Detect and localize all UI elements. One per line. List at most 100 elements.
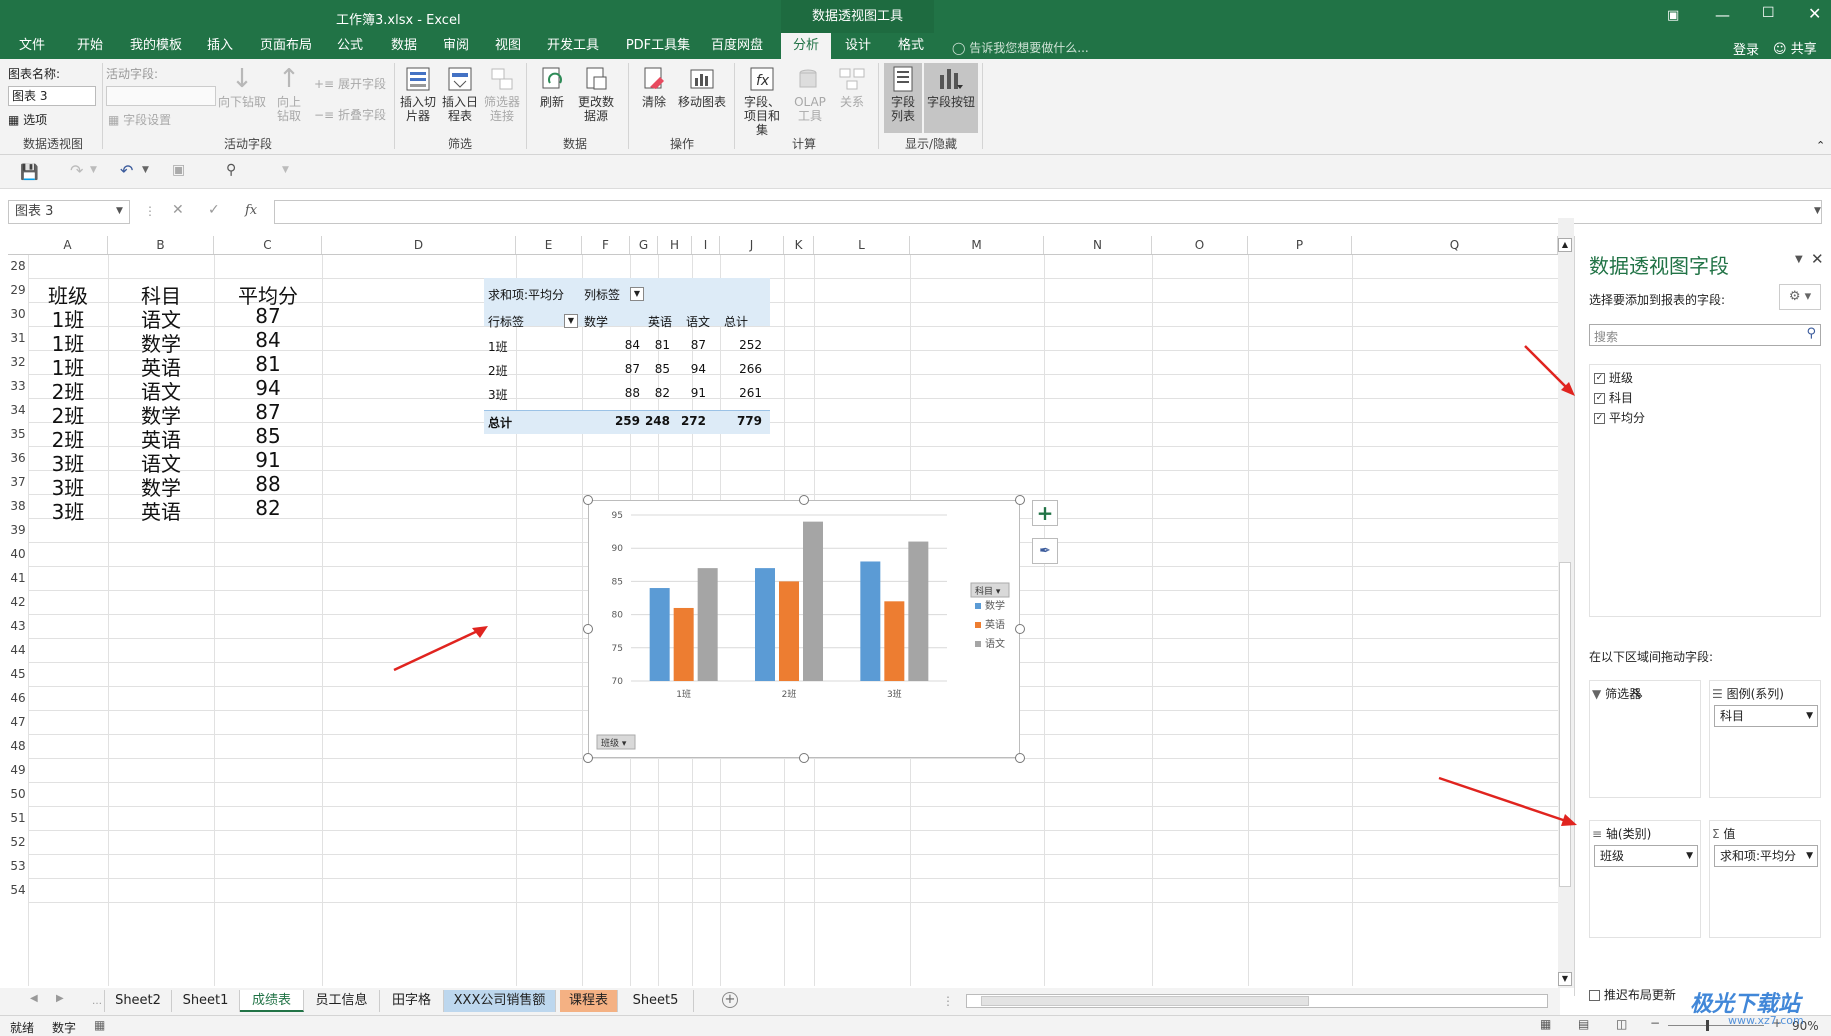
pivot-value[interactable]: 266 (686, 362, 762, 376)
pivot-row-label[interactable]: 3班 (488, 386, 508, 403)
table-cell[interactable]: 82 (214, 496, 322, 520)
tab-insert[interactable]: 插入 (198, 33, 242, 59)
tab-baidu[interactable]: 百度网盘 (706, 33, 768, 59)
column-header[interactable]: B (108, 236, 214, 254)
cancel-formula-icon[interactable]: ✕ (172, 202, 184, 218)
table-cell[interactable]: 81 (214, 352, 322, 376)
row-header[interactable]: 31 (8, 331, 28, 355)
row-header[interactable]: 41 (8, 571, 28, 595)
column-header[interactable]: O (1152, 236, 1248, 254)
drill-down-button[interactable]: ↓ 向下钻取 (218, 65, 266, 109)
filter-connections-button[interactable]: 筛选器连接 (482, 65, 522, 123)
scroll-down-icon[interactable]: ▼ (1558, 972, 1572, 986)
maximize-icon[interactable]: ☐ (1762, 5, 1775, 21)
field-list-button[interactable]: 字段列表 (884, 63, 922, 133)
page-break-view-icon[interactable]: ◫ (1616, 1017, 1627, 1031)
insert-slicer-button[interactable]: 插入切片器 (398, 65, 438, 123)
row-header[interactable]: 28 (8, 259, 28, 283)
worksheet[interactable]: ABCDEFGHIJKLMNOPQ 28 29 30 31 32 33 34 35 36 37 38… (8, 218, 1574, 988)
insert-timeline-button[interactable]: 插入日程表 (440, 65, 480, 123)
sheet-tab-active[interactable]: 成绩表 (240, 990, 304, 1012)
redo-icon[interactable]: ↷ (70, 161, 83, 180)
chart-elements-plus-icon[interactable]: + (1032, 500, 1058, 526)
drill-up-button[interactable]: ↑ 向上钻取 (268, 65, 310, 123)
pivot-total-value[interactable]: 779 (686, 414, 762, 428)
values-area[interactable]: Σ 值 求和项:平均分 ▼ (1709, 820, 1821, 938)
table-cell[interactable]: 91 (214, 448, 322, 472)
row-header[interactable]: 51 (8, 811, 28, 835)
tab-my-templates[interactable]: 我的模板 (126, 33, 186, 59)
name-box-dropdown-icon[interactable]: ▼ (116, 206, 123, 216)
horizontal-scrollbar[interactable] (966, 994, 1548, 1008)
horizontal-scroll-thumb[interactable] (981, 996, 1309, 1006)
row-header[interactable]: 32 (8, 355, 28, 379)
column-header[interactable]: P (1248, 236, 1352, 254)
field-settings-button[interactable]: ▦ 字段设置 (108, 111, 171, 128)
olap-tools-button[interactable]: OLAP工具 (790, 65, 830, 123)
column-header[interactable]: C (214, 236, 322, 254)
row-header[interactable]: 47 (8, 715, 28, 739)
tab-analyze[interactable]: 分析 (781, 33, 831, 59)
column-header[interactable]: Q (1352, 236, 1558, 254)
tab-review[interactable]: 审阅 (434, 33, 478, 59)
row-header[interactable]: 44 (8, 643, 28, 667)
axis-category-area[interactable]: ≡ 轴(类别) 班级 ▼ (1589, 820, 1701, 938)
column-header[interactable]: F (582, 236, 630, 254)
column-header[interactable]: H (658, 236, 692, 254)
fields-items-button[interactable]: fx 字段、项目和集 (738, 65, 786, 137)
table-cell[interactable]: 英语 (108, 496, 214, 525)
expand-field-button[interactable]: +≡ 展开字段 (314, 75, 386, 92)
confirm-formula-icon[interactable]: ✓ (208, 202, 220, 218)
row-header[interactable]: 38 (8, 499, 28, 523)
chart-styles-brush-icon[interactable]: ✒ (1032, 538, 1058, 564)
refresh-button[interactable]: 刷新 (532, 65, 572, 109)
column-header[interactable]: I (692, 236, 720, 254)
active-field-input[interactable] (106, 86, 216, 106)
ribbon-display-icon[interactable]: ▣ (1667, 8, 1679, 23)
row-header[interactable]: 35 (8, 427, 28, 451)
column-header[interactable]: A (28, 236, 108, 254)
field-checkbox-item[interactable]: ✓ 平均分 (1594, 409, 1645, 426)
tab-file[interactable]: 文件 (10, 33, 54, 59)
row-filter-dropdown-icon[interactable]: ▼ (564, 314, 578, 328)
field-checkbox-item[interactable]: ✓ 班级 (1594, 369, 1633, 386)
chart-name-input[interactable]: 图表 3 (8, 86, 96, 106)
vertical-scroll-thumb[interactable] (1559, 562, 1571, 887)
field-checkbox-item[interactable]: ✓ 科目 (1594, 389, 1633, 406)
normal-view-icon[interactable]: ▦ (1540, 1017, 1551, 1031)
row-header[interactable]: 39 (8, 523, 28, 547)
column-header[interactable]: L (814, 236, 910, 254)
row-header[interactable]: 37 (8, 475, 28, 499)
pivot-chart[interactable]: 95 90 85 80 75 70 1班 2班 3班 科目 ▾ 数学 英语 语文 班级 ▾ (588, 500, 1020, 758)
tab-design[interactable]: 设计 (836, 33, 880, 59)
row-header[interactable]: 43 (8, 619, 28, 643)
column-header[interactable]: D (322, 236, 516, 254)
tab-view[interactable]: 视图 (486, 33, 530, 59)
column-header[interactable]: J (720, 236, 784, 254)
row-header[interactable]: 42 (8, 595, 28, 619)
undo-dropdown-icon[interactable]: ▼ (142, 165, 149, 175)
tab-format[interactable]: 格式 (888, 33, 934, 59)
zoom-out-icon[interactable]: − (1650, 1016, 1660, 1030)
column-filter-dropdown-icon[interactable]: ▼ (630, 287, 644, 301)
field-search-input[interactable]: 搜索 ⚲ (1589, 324, 1821, 346)
tab-scroll-left-icon[interactable]: ◀ (30, 993, 38, 1004)
sheet-tab[interactable]: 员工信息 (304, 990, 380, 1012)
split-handle-icon[interactable]: ⋮ (942, 994, 954, 1008)
row-header[interactable]: 48 (8, 739, 28, 763)
change-source-button[interactable]: 更改数据源 (574, 65, 618, 123)
table-cell[interactable]: 87 (214, 304, 322, 328)
row-header[interactable]: 54 (8, 883, 28, 907)
legend-series-area[interactable]: ☰ 图例(系列) 科目 ▼ (1709, 680, 1821, 798)
field-buttons-button[interactable]: 字段按钮 (924, 63, 978, 133)
clear-button[interactable]: 清除 (636, 65, 672, 109)
pane-options-dropdown-icon[interactable]: ▼ (1795, 254, 1803, 265)
formula-input[interactable] (274, 200, 1822, 224)
defer-update-checkbox[interactable]: 推迟布局更新 (1589, 986, 1676, 1003)
row-header[interactable]: 53 (8, 859, 28, 883)
column-header[interactable]: K (784, 236, 814, 254)
column-header[interactable]: E (516, 236, 582, 254)
copy-icon[interactable]: ▣ (172, 162, 185, 178)
move-chart-button[interactable]: 移动图表 (676, 65, 728, 109)
resize-handle[interactable] (1015, 624, 1025, 634)
